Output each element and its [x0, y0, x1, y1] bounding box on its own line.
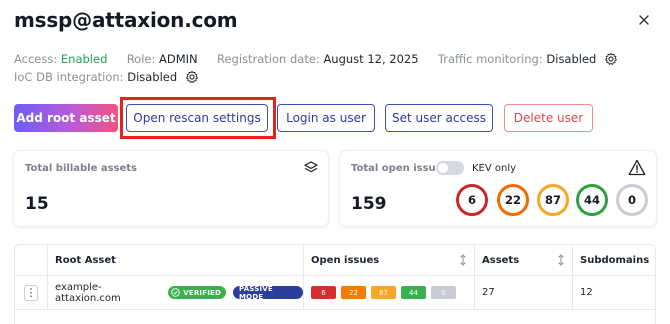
user-meta-row: Access: Enabled Role: ADMIN Registration…	[14, 52, 618, 66]
traffic-label: Traffic monitoring:	[437, 52, 543, 66]
open-issues-header-label: Open issues	[311, 255, 380, 266]
open-rescan-settings-button[interactable]: Open rescan settings	[126, 104, 268, 132]
delete-user-button[interactable]: Delete user	[504, 104, 593, 132]
subdomains-cell: 12	[573, 276, 655, 310]
kev-only-toggle[interactable]	[436, 161, 464, 175]
issue-pill-low: 44	[401, 286, 426, 299]
kev-only-label: KEV only	[472, 163, 517, 174]
severity-ring-low[interactable]: 44	[576, 184, 608, 216]
sort-icon[interactable]	[557, 254, 565, 266]
login-as-user-button[interactable]: Login as user	[277, 104, 375, 132]
root-asset-name[interactable]: example-attaxion.com	[55, 282, 162, 304]
traffic-settings-gear-icon[interactable]	[604, 52, 618, 66]
column-header-root-asset: Root Asset	[48, 245, 304, 276]
root-asset-cell: example-attaxion.com VERIFIED PASSIVE MO…	[48, 276, 304, 310]
open-issues-cell: 6 22 87 44 0	[304, 276, 475, 310]
open-issues-value: 159	[351, 194, 387, 214]
issue-pill-critical: 6	[311, 286, 336, 299]
role-label: Role:	[126, 52, 156, 66]
open-issues-label: Total open issues	[351, 163, 449, 174]
column-header-assets[interactable]: Assets	[475, 245, 573, 276]
check-circle-icon	[171, 288, 180, 297]
row-menu-button[interactable]: ⋮	[24, 284, 38, 301]
severity-ring-high[interactable]: 22	[497, 184, 529, 216]
close-icon[interactable]	[636, 12, 652, 28]
passive-mode-badge: PASSIVE MODE	[233, 285, 303, 301]
billable-assets-value: 15	[25, 194, 49, 214]
access-value: Enabled	[60, 52, 108, 66]
billable-assets-label: Total billable assets	[25, 163, 138, 174]
ioc-settings-gear-icon[interactable]	[185, 70, 199, 84]
issue-pills: 6 22 87 44 0	[311, 286, 461, 299]
layers-icon	[304, 161, 318, 173]
access-label: Access:	[14, 52, 58, 66]
issue-pill-medium: 87	[371, 286, 396, 299]
open-issues-card: Total open issues KEV only 159 6 22 87 44 0	[340, 151, 656, 226]
verified-badge: VERIFIED	[168, 286, 226, 299]
registration-label: Registration date:	[216, 52, 320, 66]
set-user-access-button[interactable]: Set user access	[385, 104, 493, 132]
page-title: mssp@attaxion.com	[14, 8, 238, 32]
add-root-asset-button[interactable]: Add root asset	[14, 104, 118, 132]
assets-cell: 27	[475, 276, 573, 310]
issue-pill-high: 22	[341, 286, 366, 299]
root-assets-table: Root Asset Open issues Assets Subdomains…	[14, 244, 656, 324]
warning-icon	[628, 159, 646, 176]
row-menu-cell: ⋮	[15, 276, 48, 310]
traffic-value: Disabled	[546, 52, 597, 66]
ioc-meta-row: IoC DB integration: Disabled	[14, 70, 199, 84]
billable-assets-card: Total billable assets 15	[14, 151, 328, 226]
column-header-subdomains: Subdomains	[573, 245, 655, 276]
severity-ring-medium[interactable]: 87	[537, 184, 569, 216]
role-value: ADMIN	[159, 52, 198, 66]
column-header-open-issues[interactable]: Open issues	[304, 245, 475, 276]
severity-ring-info[interactable]: 0	[616, 184, 648, 216]
ioc-value: Disabled	[127, 70, 178, 84]
assets-header-label: Assets	[482, 255, 520, 266]
registration-value: August 12, 2025	[323, 52, 419, 66]
verified-badge-label: VERIFIED	[183, 288, 221, 297]
severity-ring-critical[interactable]: 6	[456, 184, 488, 216]
sort-icon[interactable]	[459, 254, 467, 266]
issue-pill-info: 0	[431, 286, 456, 299]
ioc-label: IoC DB integration:	[14, 70, 124, 84]
menu-column-header	[15, 245, 48, 276]
